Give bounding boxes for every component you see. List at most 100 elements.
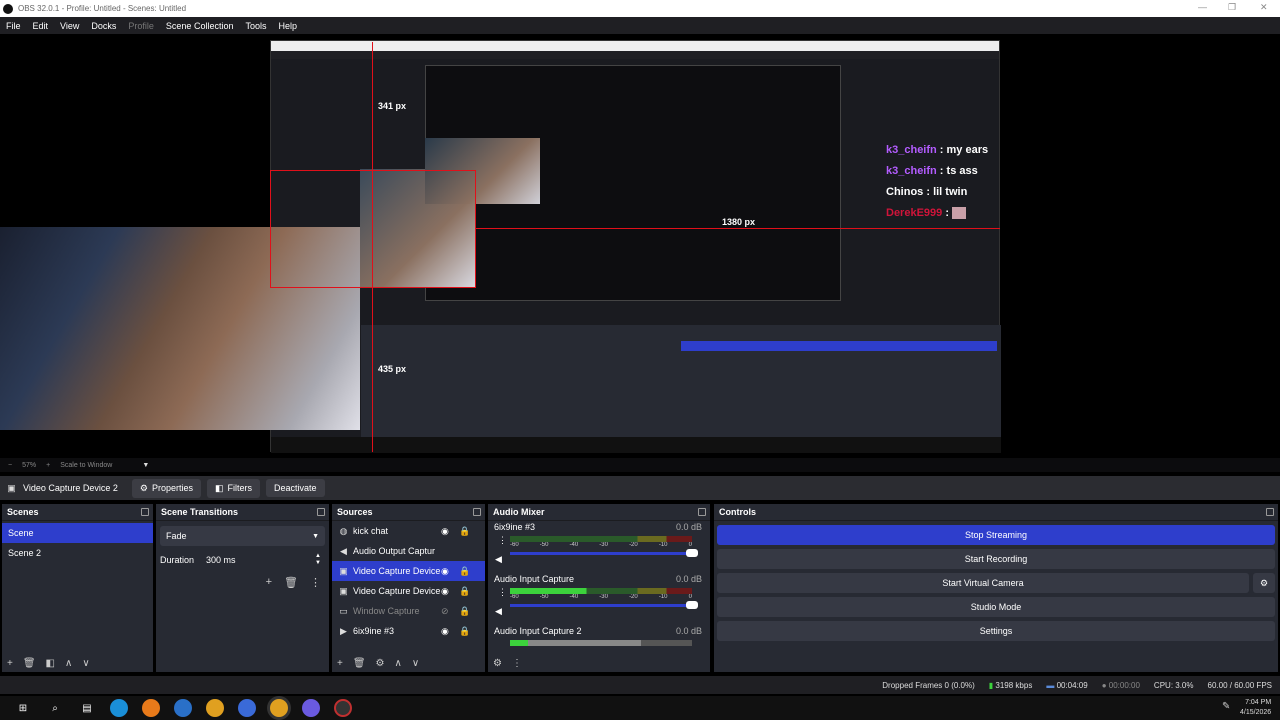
speaker-icon[interactable]: ◀ [495, 606, 502, 617]
slider-handle[interactable] [686, 549, 698, 557]
chrome-active-icon[interactable] [270, 699, 288, 717]
trash-icon[interactable]: 🗑 [23, 658, 36, 669]
virtual-camera-settings-button[interactable]: ⚙ [1253, 573, 1275, 593]
more-icon[interactable]: ⋮ [512, 658, 522, 669]
eye-icon[interactable]: ◉ [441, 586, 449, 597]
firefox-icon[interactable] [142, 699, 160, 717]
dropped-frames: Dropped Frames 0 (0.0%) [882, 680, 975, 690]
add-icon[interactable]: + [337, 658, 343, 669]
edge-icon[interactable] [110, 699, 128, 717]
stepper-icon[interactable]: ▲ ▼ [315, 553, 321, 567]
volume-slider[interactable] [510, 601, 698, 609]
zoom-in-icon[interactable]: + [46, 462, 50, 469]
chat-message: Chinos : lil twin [886, 186, 968, 198]
slider-handle[interactable] [686, 601, 698, 609]
eye-icon[interactable]: ◉ [441, 526, 449, 537]
down-icon[interactable]: ∨ [412, 658, 419, 669]
close-icon[interactable]: ✕ [1260, 2, 1268, 13]
chevron-down-icon: ▼ [312, 532, 319, 540]
lock-icon[interactable]: 🔒 [459, 526, 470, 537]
speaker-icon[interactable]: ◀ [495, 554, 502, 565]
add-icon[interactable]: + [7, 658, 13, 669]
undock-icon[interactable] [698, 508, 706, 516]
minimize-icon[interactable]: — [1198, 2, 1207, 12]
chat-message: k3_cheifn : my ears [886, 144, 989, 156]
up-icon[interactable]: ∧ [65, 658, 72, 669]
pen-icon[interactable]: ✎ [1222, 701, 1230, 712]
windows-start-icon[interactable]: ⊞ [14, 699, 32, 717]
start-virtual-camera-button[interactable]: Start Virtual Camera [717, 573, 1249, 593]
more-icon[interactable]: ⋮ [498, 587, 507, 598]
scene-item[interactable]: Scene [2, 523, 153, 543]
trash-icon[interactable]: 🗑 [284, 576, 298, 589]
store-icon[interactable] [174, 699, 192, 717]
transition-select[interactable]: Fade ▼ [160, 526, 325, 546]
menu-file[interactable]: File [6, 21, 21, 31]
stop-streaming-button[interactable]: Stop Streaming [717, 525, 1275, 545]
obs-icon[interactable] [334, 699, 352, 717]
settings-button[interactable]: Settings [717, 621, 1275, 641]
deactivate-button[interactable]: Deactivate [266, 479, 325, 497]
undock-icon[interactable] [1266, 508, 1274, 516]
undock-icon[interactable] [473, 508, 481, 516]
task-view-icon[interactable]: ▤ [78, 699, 96, 717]
transitions-header: Scene Transitions [156, 504, 329, 521]
source-item[interactable]: ▭ Window Capture ⊘ 🔒 [332, 601, 485, 621]
duration-input[interactable]: 300 ms ▲ ▼ [202, 551, 325, 569]
chrome-icon[interactable] [206, 699, 224, 717]
source-item[interactable]: ◍ kick chat ◉ 🔒 [332, 521, 485, 541]
lock-icon[interactable]: 🔒 [459, 606, 470, 617]
zoom-out-icon[interactable]: − [8, 462, 12, 469]
menu-scene-collection[interactable]: Scene Collection [166, 21, 234, 31]
eye-off-icon[interactable]: ⊘ [441, 606, 449, 617]
filters-button[interactable]: ◧ Filters [207, 478, 261, 498]
preview-canvas[interactable]: 341 px 1380 px 435 px k3_cheifn : my ear… [0, 34, 1280, 458]
menu-edit[interactable]: Edit [33, 21, 49, 31]
meter-scale: -60 -50 -40 -30 -20 -10 0 [510, 594, 692, 600]
undock-icon[interactable] [317, 508, 325, 516]
volume-slider[interactable] [510, 549, 698, 557]
eye-icon[interactable]: ◉ [441, 626, 449, 637]
menu-profile[interactable]: Profile [128, 21, 154, 31]
discord-icon[interactable] [302, 699, 320, 717]
eye-icon[interactable]: ◉ [441, 566, 449, 577]
mixer-channel: Audio Input Capture 0.0 dB -60 -50 -40 -30 -2… [494, 574, 702, 617]
undock-icon[interactable] [141, 508, 149, 516]
more-icon[interactable]: ⋮ [498, 535, 507, 546]
filter-icon[interactable]: ◧ [46, 658, 55, 669]
add-icon[interactable]: + [266, 576, 272, 589]
gear-icon: ⚙ [139, 482, 148, 493]
more-icon[interactable]: ⋮ [310, 576, 321, 589]
start-recording-button[interactable]: Start Recording [717, 549, 1275, 569]
down-icon[interactable]: ∨ [82, 658, 89, 669]
up-icon[interactable]: ∧ [395, 658, 402, 669]
record-time: ● 00:00:00 [1101, 680, 1140, 690]
trash-icon[interactable]: 🗑 [353, 658, 366, 669]
mixer-header: Audio Mixer [488, 504, 710, 521]
zoom-percent: 57% [22, 461, 37, 469]
maximize-icon[interactable]: ❐ [1228, 2, 1236, 13]
source-toolbar: ▣ Video Capture Device 2 ⚙ Properties ◧ Fi… [0, 476, 1280, 500]
lock-icon[interactable]: 🔒 [459, 626, 470, 637]
menu-tools[interactable]: Tools [245, 21, 266, 31]
app-icon[interactable] [238, 699, 256, 717]
clock[interactable]: 7:04 PM 4/15/2026 [1240, 698, 1271, 718]
menu-view[interactable]: View [60, 21, 79, 31]
gear-icon[interactable]: ⚙ [376, 658, 385, 669]
source-item[interactable]: ◀ Audio Output Captur [332, 541, 485, 561]
lock-icon[interactable]: 🔒 [459, 586, 470, 597]
menu-help[interactable]: Help [278, 21, 297, 31]
source-item[interactable]: ▣ Video Capture Device ◉ 🔒 [332, 581, 485, 601]
duration-label: Duration [160, 555, 195, 565]
zoom-dropdown-icon[interactable]: ▼ [142, 462, 149, 469]
source-item[interactable]: ▶ 6ix9ine #3 ◉ 🔒 [332, 621, 485, 641]
scene-item[interactable]: Scene 2 [2, 543, 153, 563]
window-icon: ▭ [339, 605, 348, 616]
lock-icon[interactable]: 🔒 [459, 566, 470, 577]
properties-button[interactable]: ⚙ Properties [131, 478, 202, 498]
search-icon[interactable]: ⌕ [46, 699, 64, 717]
studio-mode-button[interactable]: Studio Mode [717, 597, 1275, 617]
gear-icon[interactable]: ⚙ [493, 658, 502, 669]
menu-docks[interactable]: Docks [91, 21, 116, 31]
source-item[interactable]: ▣ Video Capture Device ◉ 🔒 [332, 561, 485, 581]
